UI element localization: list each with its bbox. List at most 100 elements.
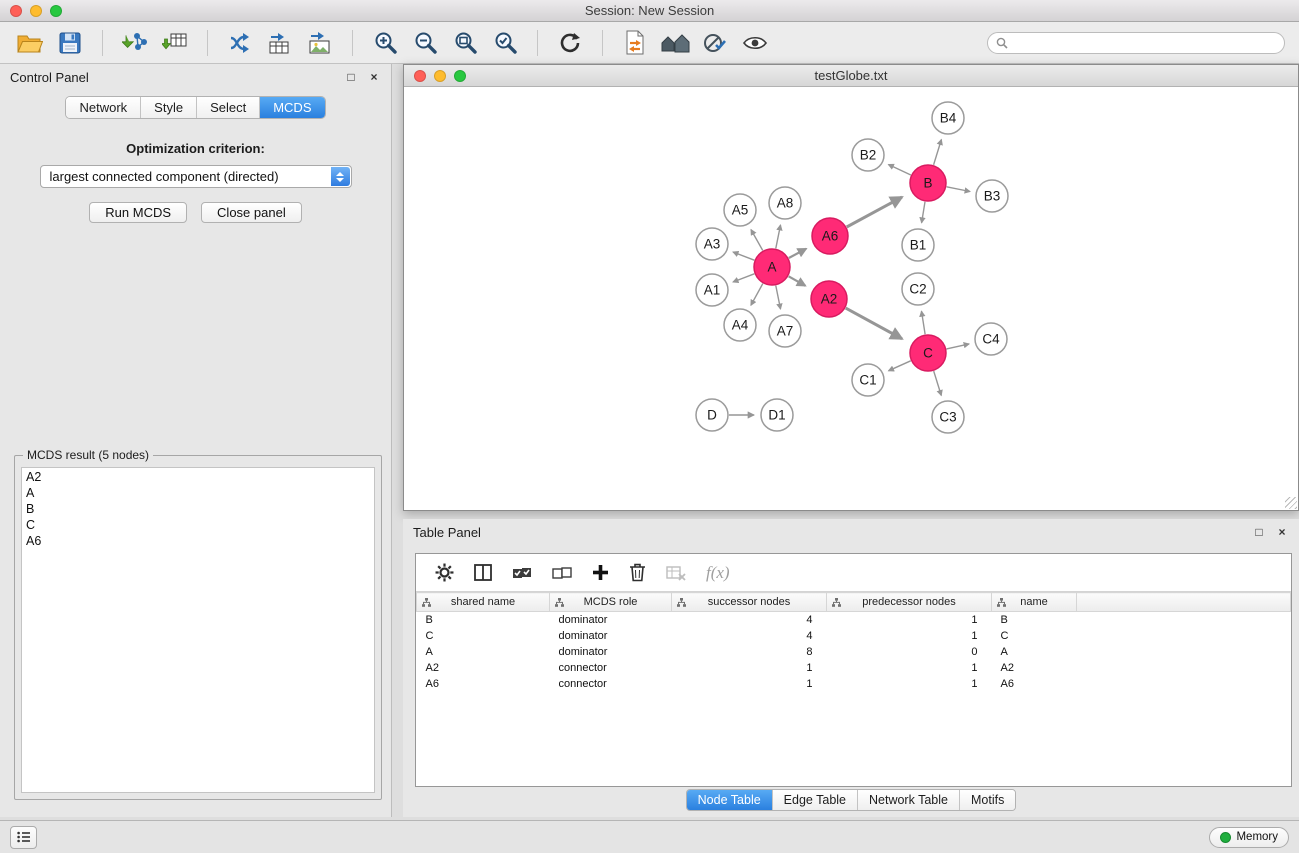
node-C3[interactable]: C3 [932,401,964,433]
minimize-network-button[interactable] [434,70,446,82]
mcds-result-list[interactable]: A2ABCA6 [21,467,375,793]
node-C2[interactable]: C2 [902,273,934,305]
zoom-network-button[interactable] [454,70,466,82]
zoom-selected-button[interactable] [489,27,521,59]
memory-button[interactable]: Memory [1209,827,1289,848]
column-header-shared-name[interactable]: shared name [417,593,550,612]
edge-C-C4[interactable] [947,344,970,349]
network-canvas[interactable]: B4 B2 B B3 A5 A8 A6 A3 B1 A C2 A1 A2 A4 A7 C4 C C1 C3 D D1 [404,87,1298,510]
node-A1[interactable]: A1 [696,274,728,306]
close-panel-icon[interactable]: × [367,70,381,84]
import-table-button[interactable] [159,27,191,59]
edge-A6-B[interactable] [847,197,902,227]
node-A[interactable]: A [754,249,790,285]
edge-A2-C[interactable] [846,308,902,339]
home-button[interactable] [659,27,691,59]
run-mcds-button[interactable]: Run MCDS [89,202,187,223]
edge-A-A6[interactable] [789,249,806,258]
node-C1[interactable]: C1 [852,364,884,396]
table-row[interactable]: A6connector11A6 [417,676,1291,692]
minimize-window-button[interactable] [30,5,42,17]
edge-B-B2[interactable] [888,165,910,176]
column-header-name[interactable]: name [992,593,1077,612]
zoom-window-button[interactable] [50,5,62,17]
edge-A-A8[interactable] [776,225,781,248]
edge-C-C3[interactable] [934,371,942,395]
close-table-panel-icon[interactable]: × [1275,525,1289,539]
edge-A-A7[interactable] [776,286,781,309]
node-B3[interactable]: B3 [976,180,1008,212]
node-B4[interactable]: B4 [932,102,964,134]
mcds-result-item[interactable]: A2 [22,469,374,485]
table-row[interactable]: Cdominator41C [417,628,1291,644]
node-C[interactable]: C [910,335,946,371]
tab-motifs[interactable]: Motifs [960,790,1015,810]
tab-network-table[interactable]: Network Table [858,790,960,810]
graphics-details-button[interactable] [699,27,731,59]
network-file-manager-button[interactable] [619,27,651,59]
import-network-button[interactable] [119,27,151,59]
column-header-predecessor-nodes[interactable]: predecessor nodes [827,593,992,612]
float-table-panel-icon[interactable]: □ [1252,525,1266,539]
show-columns-button[interactable] [474,564,492,581]
table-row[interactable]: Bdominator41B [417,612,1291,628]
node-A3[interactable]: A3 [696,228,728,260]
edge-A-A5[interactable] [751,230,763,251]
node-B2[interactable]: B2 [852,139,884,171]
save-session-button[interactable] [54,27,86,59]
tab-mcds[interactable]: MCDS [260,97,324,118]
table-settings-button[interactable] [435,563,454,582]
edge-A-A3[interactable] [733,252,754,260]
tab-network[interactable]: Network [66,97,141,118]
close-network-button[interactable] [414,70,426,82]
node-A8[interactable]: A8 [769,187,801,219]
edge-C-C2[interactable] [922,311,926,334]
tab-edge-table[interactable]: Edge Table [773,790,858,810]
task-history-button[interactable] [10,826,37,849]
network-window-titlebar[interactable]: testGlobe.txt [404,65,1298,87]
mcds-result-item[interactable]: A6 [22,533,374,549]
search-box[interactable] [987,32,1285,54]
search-input[interactable] [1014,36,1276,50]
tab-select[interactable]: Select [197,97,260,118]
zoom-out-button[interactable] [409,27,441,59]
node-A7[interactable]: A7 [769,315,801,347]
node-D[interactable]: D [696,399,728,431]
network-graph[interactable]: B4 B2 B B3 A5 A8 A6 A3 B1 A C2 A1 A2 A4 A7 C4 C C1 C3 D D1 [404,87,1298,510]
add-column-button[interactable] [592,564,609,581]
zoom-fit-button[interactable] [449,27,481,59]
node-A6[interactable]: A6 [812,218,848,254]
column-header-MCDS-role[interactable]: MCDS role [550,593,672,612]
delete-column-button[interactable] [629,563,646,582]
edge-A-A1[interactable] [733,274,754,282]
export-image-button[interactable] [304,27,336,59]
mcds-result-item[interactable]: A [22,485,374,501]
node-A5[interactable]: A5 [724,194,756,226]
node-D1[interactable]: D1 [761,399,793,431]
select-all-button[interactable] [512,565,532,581]
node-A4[interactable]: A4 [724,309,756,341]
node-C4[interactable]: C4 [975,323,1007,355]
edge-C-C1[interactable] [889,361,911,371]
criterion-dropdown[interactable]: largest connected component (directed) [40,165,352,188]
node-B1[interactable]: B1 [902,229,934,261]
node-B[interactable]: B [910,165,946,201]
zoom-in-button[interactable] [369,27,401,59]
mcds-result-item[interactable]: B [22,501,374,517]
mcds-result-item[interactable]: C [22,517,374,533]
close-window-button[interactable] [10,5,22,17]
deselect-all-button[interactable] [552,565,572,581]
new-network-button[interactable] [224,27,256,59]
node-A2[interactable]: A2 [811,281,847,317]
table-row[interactable]: A2connector11A2 [417,660,1291,676]
tab-style[interactable]: Style [141,97,197,118]
table-row[interactable]: Adominator80A [417,644,1291,660]
show-hide-eye-button[interactable] [739,27,771,59]
column-header-successor-nodes[interactable]: successor nodes [672,593,827,612]
tab-node-table[interactable]: Node Table [687,790,773,810]
export-table-button[interactable] [264,27,296,59]
edge-B-B3[interactable] [947,187,970,192]
float-panel-icon[interactable]: □ [344,70,358,84]
edge-B-B4[interactable] [934,140,942,165]
edge-A-A2[interactable] [789,276,806,286]
